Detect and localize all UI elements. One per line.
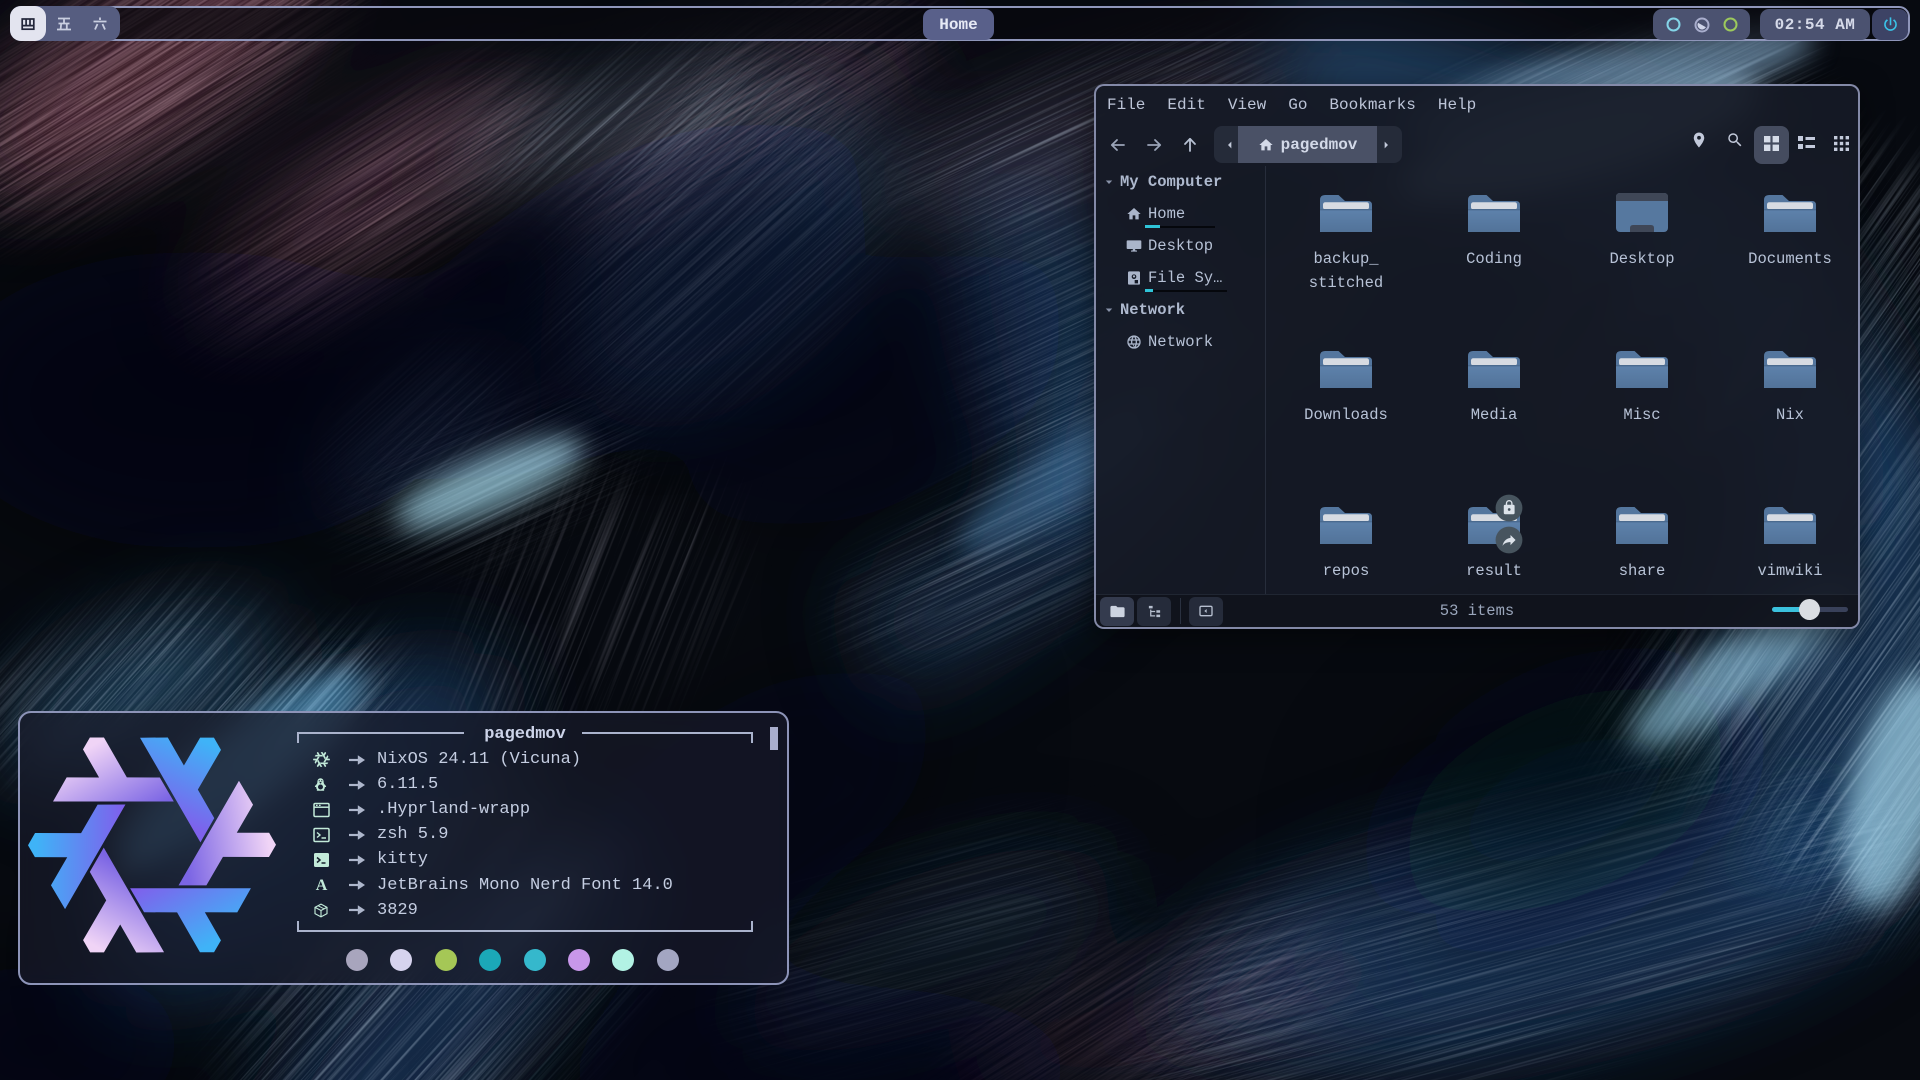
- svg-text:A: A: [316, 877, 328, 893]
